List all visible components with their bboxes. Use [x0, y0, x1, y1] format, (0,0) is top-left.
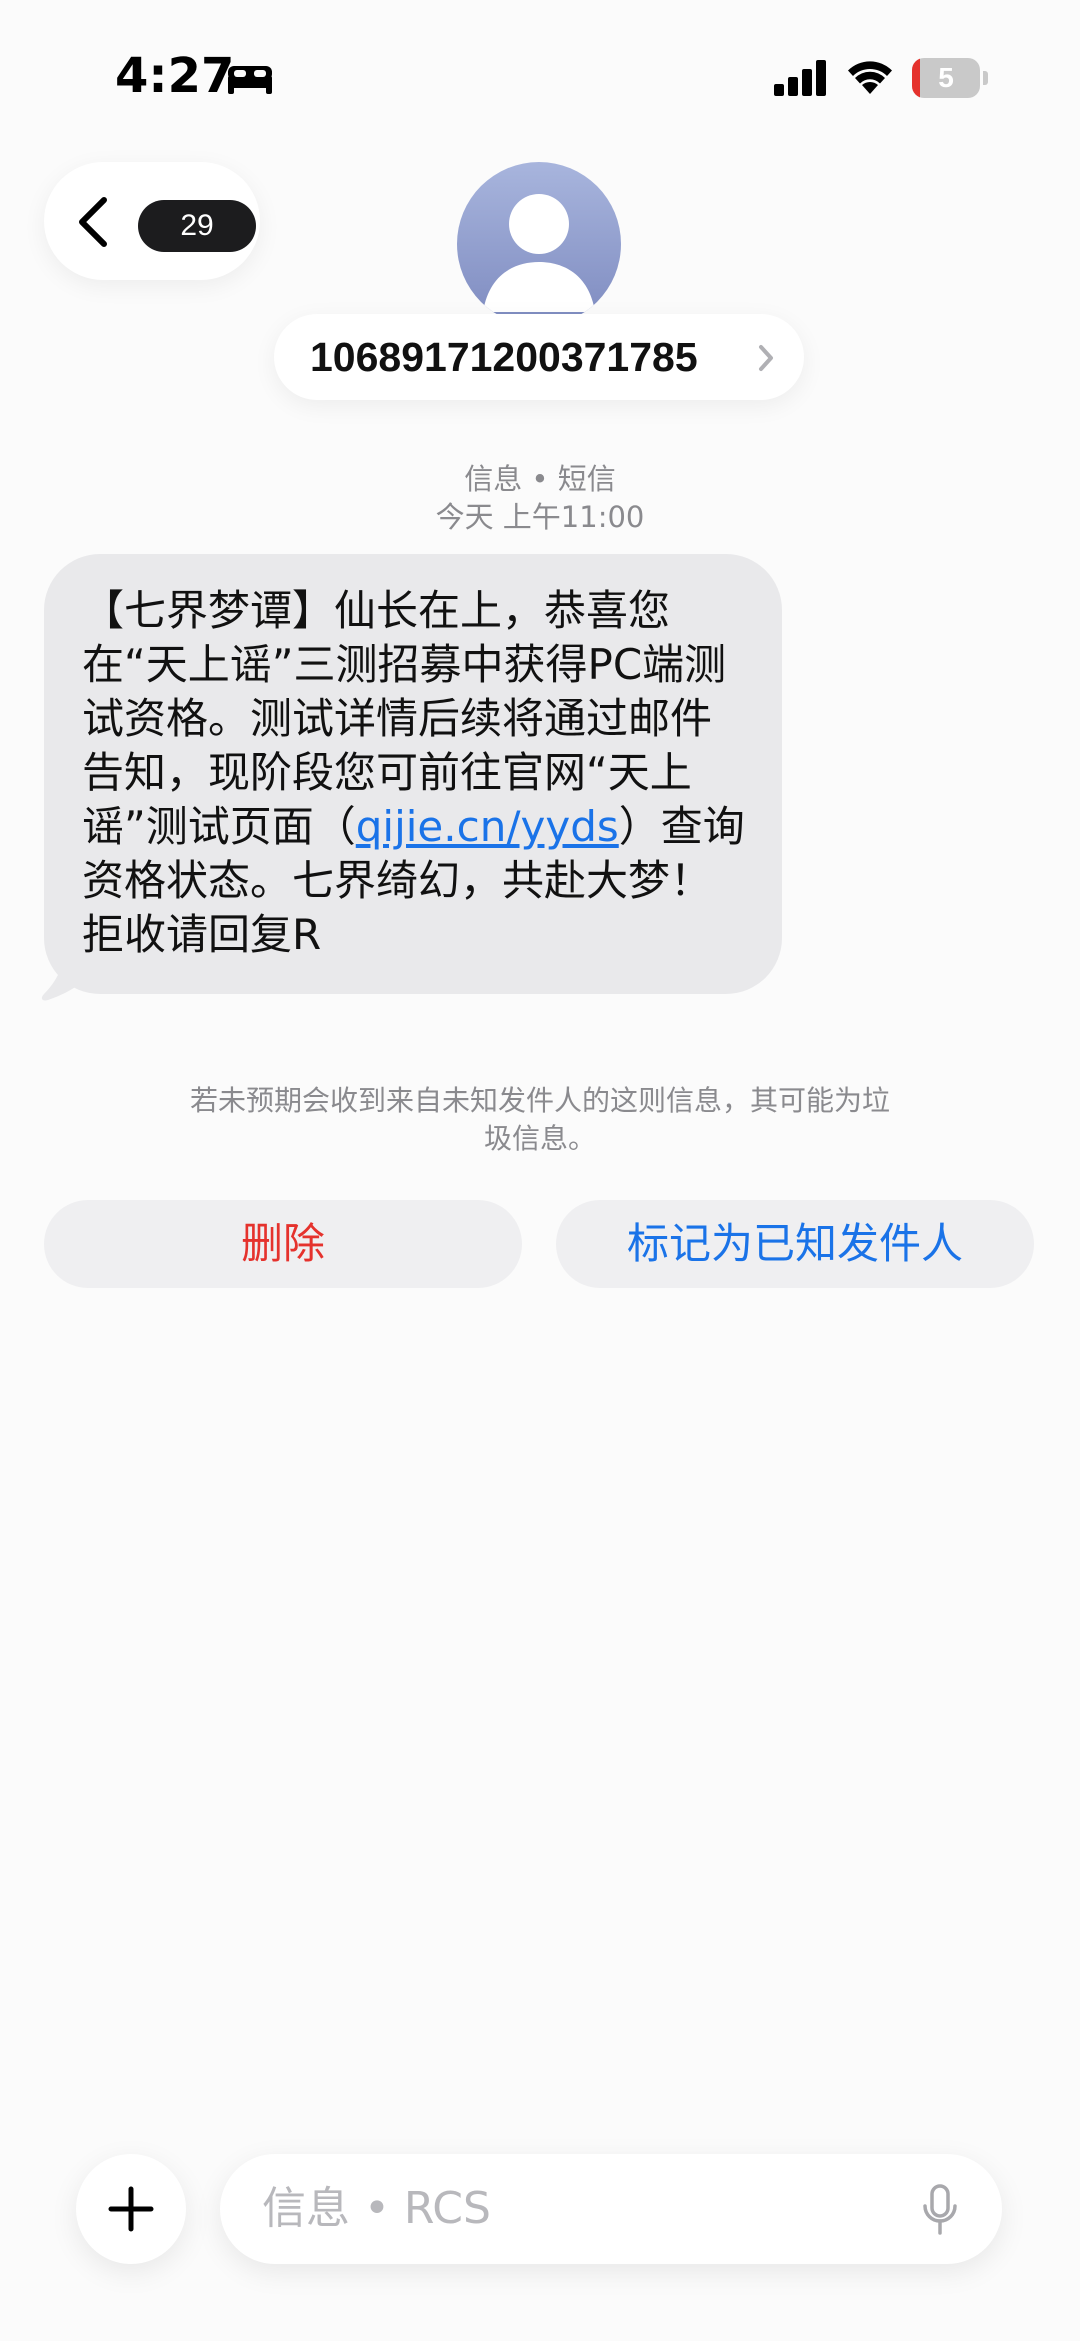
sender-pill[interactable]: 10689171200371785	[274, 314, 804, 400]
incoming-message[interactable]: 【七界梦谭】仙长在上，恭喜您在“天上谣”三测招募中获得PC端测试资格。测试详情后…	[41, 554, 782, 1014]
plus-icon	[108, 2186, 154, 2232]
message-bubble: 【七界梦谭】仙长在上，恭喜您在“天上谣”三测招募中获得PC端测试资格。测试详情后…	[44, 554, 782, 994]
message-timestamp: 今天 上午11:00	[435, 500, 645, 534]
chevron-left-icon	[79, 197, 107, 247]
message-input-placeholder: 信息 • RCS	[262, 2183, 491, 2234]
sleep-focus-icon	[228, 66, 272, 94]
cellular-signal-icon	[774, 60, 826, 96]
unread-count-badge: 29	[138, 200, 256, 252]
unknown-sender-notice: 若未预期会收到来自未知发件人的这则信息，其可能为垃圾信息。	[189, 1084, 890, 1155]
mark-as-known-sender-button[interactable]: 标记为已知发件人	[556, 1200, 1034, 1288]
status-bar: 4:27 5	[0, 0, 1080, 150]
microphone-icon[interactable]	[922, 2184, 958, 2236]
battery-icon: 5	[912, 58, 988, 98]
status-time: 4:27	[115, 48, 235, 104]
conversation-meta: 信息 • 短信 今天 上午11:00	[0, 460, 1080, 536]
contact-avatar[interactable]	[457, 162, 621, 326]
wifi-icon	[848, 61, 892, 94]
delete-button[interactable]: 删除	[44, 1200, 522, 1288]
person-silhouette-icon	[483, 194, 595, 312]
add-attachment-button[interactable]	[76, 2154, 186, 2264]
battery-level: 5	[938, 62, 954, 93]
channel-label: 信息 • 短信	[464, 462, 616, 496]
message-input[interactable]: 信息 • RCS	[220, 2154, 1002, 2264]
back-button[interactable]: 29	[44, 162, 260, 280]
chevron-right-icon	[759, 345, 773, 371]
battery-tip	[983, 71, 988, 85]
battery-body: 5	[912, 58, 980, 98]
message-link[interactable]: qijie.cn/yyds	[356, 802, 619, 851]
message-text: 【七界梦谭】仙长在上，恭喜您在“天上谣”三测招募中获得PC端测试资格。测试详情后…	[82, 584, 746, 962]
sender-number: 10689171200371785	[310, 334, 698, 380]
